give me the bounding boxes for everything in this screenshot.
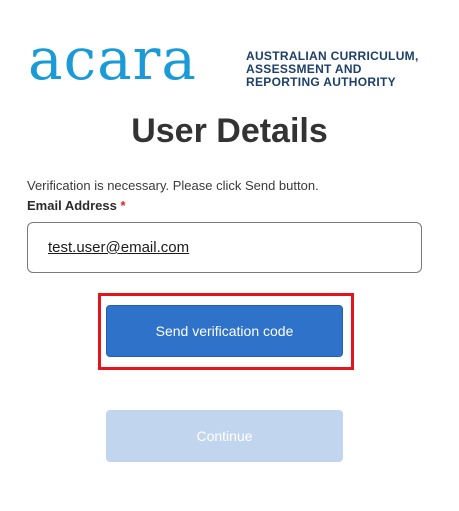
- acara-logo: acara AUSTRALIAN CURRICULUM, ASSESSMENT …: [28, 30, 428, 100]
- user-details-page: acara AUSTRALIAN CURRICULUM, ASSESSMENT …: [0, 0, 459, 511]
- continue-button[interactable]: Continue: [106, 410, 343, 462]
- required-marker: *: [120, 198, 126, 213]
- send-verification-code-button[interactable]: Send verification code: [106, 305, 343, 357]
- email-label: Email Address *: [27, 198, 126, 213]
- email-field[interactable]: [27, 222, 422, 273]
- email-label-text: Email Address: [27, 198, 117, 213]
- logo-wordmark: acara: [28, 25, 197, 93]
- logo-text-line-3: REPORTING AUTHORITY: [246, 75, 396, 89]
- logo-text: AUSTRALIAN CURRICULUM, ASSESSMENT AND RE…: [246, 50, 419, 89]
- page-title: User Details: [131, 112, 328, 150]
- verification-instructions: Verification is necessary. Please click …: [27, 178, 319, 193]
